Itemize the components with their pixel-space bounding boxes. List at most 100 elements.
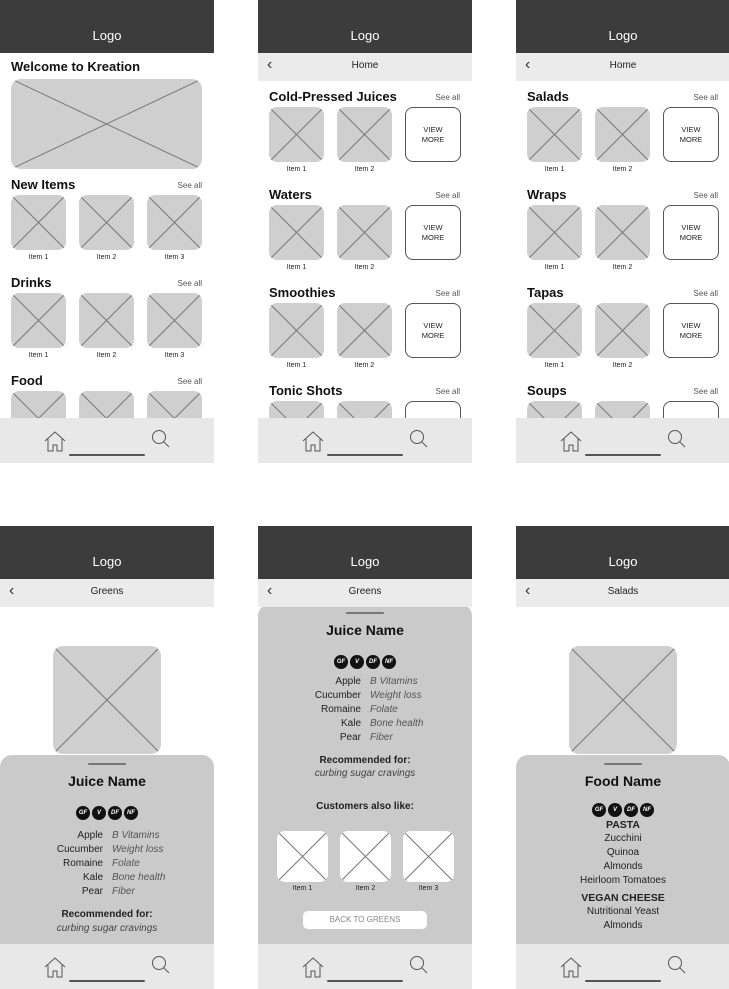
item-thumbnail[interactable]	[147, 293, 202, 348]
item-thumbnail[interactable]	[269, 303, 324, 358]
home-icon[interactable]	[559, 956, 583, 983]
ingredient-group-heading: VEGAN CHEESE	[581, 892, 665, 904]
screen-welcome: Logo Welcome to Kreation New Items See al…	[0, 0, 214, 463]
item-label: Item 2	[354, 264, 375, 271]
app-header: Logo	[258, 0, 472, 53]
view-more-button[interactable]: VIEW MORE	[663, 303, 719, 358]
see-all-link[interactable]: See all	[178, 181, 202, 190]
ingredient-benefit: Folate	[370, 704, 398, 715]
item-thumbnail[interactable]	[337, 205, 392, 260]
view-more-button[interactable]: VIEW MORE	[663, 107, 719, 162]
item-thumbnail[interactable]	[269, 205, 324, 260]
ingredient-name: Apple	[335, 676, 361, 687]
view-more-label: VIEW MORE	[679, 124, 703, 144]
ingredient-row: Apple B Vitamins	[258, 675, 472, 689]
item-thumbnail[interactable]	[79, 391, 134, 420]
view-more-label: VIEW MORE	[679, 222, 703, 242]
view-more-button[interactable]: VIEW MORE	[405, 107, 461, 162]
home-indicator	[585, 980, 661, 982]
content: Welcome to Kreation New Items See all Item…	[0, 53, 214, 420]
page-title: Welcome to Kreation	[11, 59, 141, 74]
search-icon[interactable]	[408, 428, 430, 455]
item-thumbnail[interactable]	[337, 303, 392, 358]
item-thumbnail[interactable]	[527, 205, 582, 260]
search-icon[interactable]	[150, 428, 172, 455]
sub-header-title: Greens	[90, 586, 124, 597]
item-thumbnail[interactable]	[79, 293, 134, 348]
item-thumbnail[interactable]	[527, 107, 582, 162]
product-name: Juice Name	[68, 773, 146, 789]
back-to-greens-button[interactable]: BACK TO GREENS	[303, 911, 427, 929]
sheet-handle[interactable]	[604, 763, 642, 765]
item-thumbnail[interactable]	[11, 391, 66, 420]
view-more-button[interactable]: VIEW MORE	[405, 205, 461, 260]
diet-badge: NF	[382, 655, 396, 669]
search-icon[interactable]	[666, 954, 688, 981]
home-icon[interactable]	[43, 956, 67, 983]
see-all-link[interactable]: See all	[436, 289, 460, 298]
related-item-thumbnail[interactable]	[340, 831, 391, 882]
ingredient-benefit: Fiber	[112, 886, 135, 897]
item-thumbnail[interactable]	[595, 107, 650, 162]
search-icon[interactable]	[666, 428, 688, 455]
ingredient-groups: PASTA Zucchini Quinoa Almonds Heirloom Tomat…	[516, 815, 729, 933]
item-label: Item 2	[354, 166, 375, 173]
home-indicator	[327, 980, 403, 982]
recommended-text: curbing sugar cravings	[314, 768, 416, 779]
screen-juice-detail: Logo ‹ Greens Juice Name GF V DF NF Apple B …	[0, 526, 214, 989]
diet-badges: GF V DF NF	[0, 801, 214, 820]
view-more-button[interactable]: VIEW MORE	[405, 303, 461, 358]
item-label: Item 1	[286, 166, 307, 173]
item-label: Item 1	[28, 254, 49, 261]
search-icon[interactable]	[408, 954, 430, 981]
item-thumbnail[interactable]	[527, 303, 582, 358]
related-item-thumbnail[interactable]	[403, 831, 454, 882]
detail-sheet[interactable]: Food Name GF V DF NF PASTA Zucchini Quinoa Alm…	[516, 755, 729, 946]
item-thumbnail[interactable]	[79, 195, 134, 250]
related-item-label: Item 2	[355, 885, 376, 892]
search-icon[interactable]	[150, 954, 172, 981]
diet-badge: DF	[108, 806, 122, 820]
see-all-link[interactable]: See all	[436, 191, 460, 200]
item-label: Item 2	[96, 254, 117, 261]
related-item-thumbnail[interactable]	[277, 831, 328, 882]
item-thumbnail[interactable]	[11, 293, 66, 348]
item-thumbnail[interactable]	[147, 195, 202, 250]
content: Food Name GF V DF NF PASTA Zucchini Quinoa Alm…	[516, 607, 729, 946]
see-all-link[interactable]: See all	[694, 387, 718, 396]
home-icon[interactable]	[559, 430, 583, 457]
detail-sheet[interactable]: Juice Name GF V DF NF Apple B Vitamins Cucumb…	[258, 607, 472, 946]
see-all-link[interactable]: See all	[436, 93, 460, 102]
sheet-handle[interactable]	[88, 763, 126, 765]
diet-badge: NF	[124, 806, 138, 820]
home-icon[interactable]	[43, 430, 67, 457]
home-icon[interactable]	[301, 956, 325, 983]
screen-juice-detail-expanded: Logo ‹ Greens Juice Name GF V DF NF Apple B …	[258, 526, 472, 989]
detail-sheet[interactable]: Juice Name GF V DF NF Apple B Vitamins Cucumb…	[0, 755, 214, 946]
item-thumbnail[interactable]	[147, 391, 202, 420]
ingredient-item: Nutritional Yeast	[586, 906, 660, 917]
see-all-link[interactable]: See all	[694, 289, 718, 298]
see-all-link[interactable]: See all	[436, 387, 460, 396]
item-thumbnail[interactable]	[11, 195, 66, 250]
bottom-nav	[258, 418, 472, 463]
item-thumbnail[interactable]	[595, 205, 650, 260]
item-thumbnail[interactable]	[337, 107, 392, 162]
see-all-link[interactable]: See all	[694, 93, 718, 102]
hero-image-placeholder[interactable]	[11, 79, 202, 169]
product-name: Juice Name	[326, 622, 404, 638]
view-more-button[interactable]: VIEW MORE	[663, 205, 719, 260]
logo: Logo	[608, 554, 638, 569]
home-icon[interactable]	[301, 430, 325, 457]
item-thumbnail[interactable]	[595, 303, 650, 358]
item-thumbnail[interactable]	[269, 107, 324, 162]
ingredient-name: Pear	[81, 886, 103, 897]
related-item-label: Item 1	[292, 885, 313, 892]
see-all-link[interactable]: See all	[178, 279, 202, 288]
sheet-handle[interactable]	[346, 612, 384, 614]
see-all-link[interactable]: See all	[178, 377, 202, 386]
item-label: Item 3	[164, 254, 185, 261]
diet-badge: GF	[334, 655, 348, 669]
see-all-link[interactable]: See all	[694, 191, 718, 200]
item-label: Item 1	[544, 264, 565, 271]
